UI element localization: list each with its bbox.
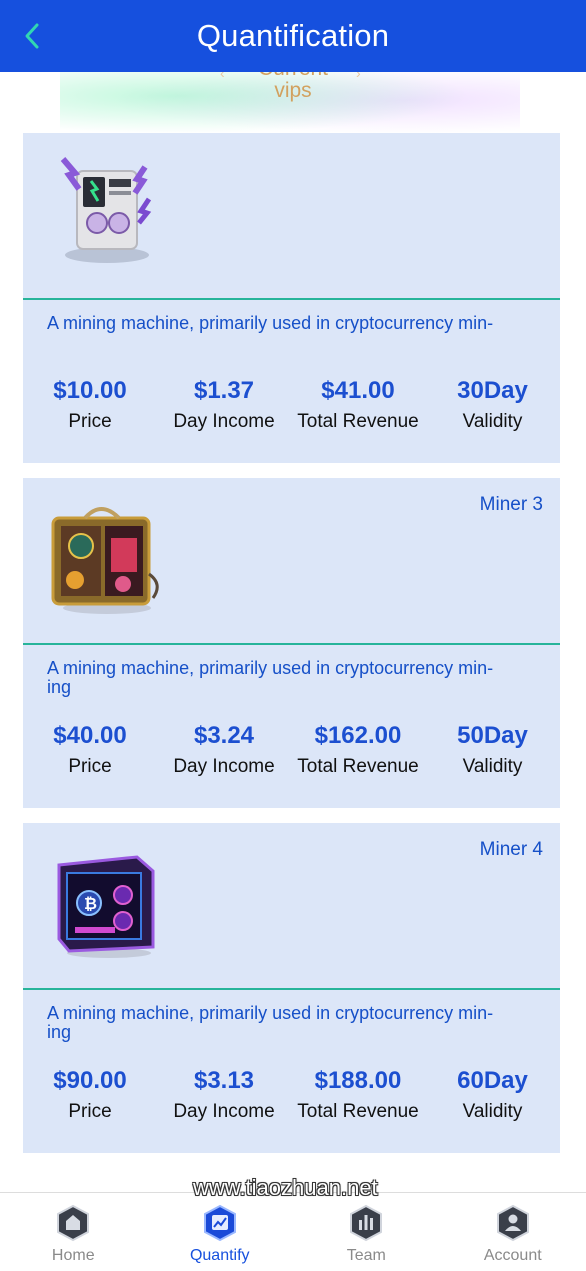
bottom-tab-bar: Home Quantify Team Account [0, 1192, 586, 1271]
validity-value: 30Day [425, 374, 560, 407]
stat-price: $10.00 Price [23, 374, 157, 433]
validity-value: 50Day [425, 719, 560, 752]
price-label: Price [23, 411, 157, 433]
tab-label: Team [347, 1247, 386, 1265]
tab-home[interactable]: Home [0, 1193, 147, 1271]
stat-day-income: $1.37 Day Income [157, 374, 291, 433]
tab-label: Home [52, 1247, 95, 1265]
day-income-label: Day Income [157, 411, 291, 433]
tab-account[interactable]: Account [440, 1193, 586, 1271]
divider [23, 988, 560, 990]
stat-day-income: $3.13 Day Income [157, 1064, 291, 1123]
price-label: Price [23, 1101, 157, 1123]
stats-row: $40.00 Price $3.24 Day Income $162.00 To… [23, 719, 560, 778]
vip-heading-line2: vips [274, 79, 311, 102]
mining-machine-image [45, 153, 165, 278]
account-icon [493, 1203, 533, 1243]
total-revenue-label: Total Revenue [291, 756, 425, 778]
miner-name: Miner 4 [480, 839, 543, 861]
price-value: $10.00 [23, 374, 157, 407]
stat-total-revenue: $41.00 Total Revenue [291, 374, 425, 433]
total-revenue-label: Total Revenue [291, 411, 425, 433]
stat-total-revenue: $162.00 Total Revenue [291, 719, 425, 778]
total-revenue-value: $41.00 [291, 374, 425, 407]
tab-label: Quantify [190, 1247, 250, 1265]
mining-machine-image: ₿ [45, 843, 165, 968]
home-icon [53, 1203, 93, 1243]
stat-validity: 60Day Validity [425, 1064, 560, 1123]
total-revenue-label: Total Revenue [291, 1101, 425, 1123]
mining-machine-image [45, 498, 165, 623]
miner-description: A mining machine, primarily used in cryp… [47, 314, 517, 333]
page-title: Quantification [0, 0, 586, 72]
stat-validity: 50Day Validity [425, 719, 560, 778]
miner-card[interactable]: A mining machine, primarily used in cryp… [23, 133, 560, 463]
tab-label: Account [484, 1247, 542, 1265]
stat-validity: 30Day Validity [425, 374, 560, 433]
total-revenue-value: $162.00 [291, 719, 425, 752]
divider [23, 298, 560, 300]
stats-row: $90.00 Price $3.13 Day Income $188.00 To… [23, 1064, 560, 1123]
total-revenue-value: $188.00 [291, 1064, 425, 1097]
stats-row: $10.00 Price $1.37 Day Income $41.00 Tot… [23, 374, 560, 433]
day-income-value: $3.24 [157, 719, 291, 752]
price-value: $40.00 [23, 719, 157, 752]
watermark: www.tiaozhuan.net [193, 1175, 378, 1201]
validity-label: Validity [425, 411, 560, 433]
miner-list: A mining machine, primarily used in cryp… [23, 133, 560, 1168]
validity-value: 60Day [425, 1064, 560, 1097]
stat-price: $40.00 Price [23, 719, 157, 778]
miner-card[interactable]: Miner 3 A mining machine, primarily used… [23, 478, 560, 808]
price-value: $90.00 [23, 1064, 157, 1097]
price-label: Price [23, 756, 157, 778]
miner-card[interactable]: ₿ Miner 4 A mining machine, primarily us… [23, 823, 560, 1153]
miner-description: A mining machine, primarily used in cryp… [47, 1004, 517, 1042]
quantify-icon [200, 1203, 240, 1243]
miner-description: A mining machine, primarily used in cryp… [47, 659, 517, 697]
day-income-label: Day Income [157, 756, 291, 778]
tab-quantify[interactable]: Quantify [147, 1193, 294, 1271]
header-bar: Quantification [0, 0, 586, 72]
svg-text:₿: ₿ [84, 894, 97, 913]
day-income-value: $1.37 [157, 374, 291, 407]
tab-team[interactable]: Team [293, 1193, 440, 1271]
stat-day-income: $3.24 Day Income [157, 719, 291, 778]
day-income-value: $3.13 [157, 1064, 291, 1097]
divider [23, 643, 560, 645]
validity-label: Validity [425, 1101, 560, 1123]
validity-label: Validity [425, 756, 560, 778]
day-income-label: Day Income [157, 1101, 291, 1123]
miner-name: Miner 3 [480, 494, 543, 516]
stat-total-revenue: $188.00 Total Revenue [291, 1064, 425, 1123]
stat-price: $90.00 Price [23, 1064, 157, 1123]
team-icon [346, 1203, 386, 1243]
